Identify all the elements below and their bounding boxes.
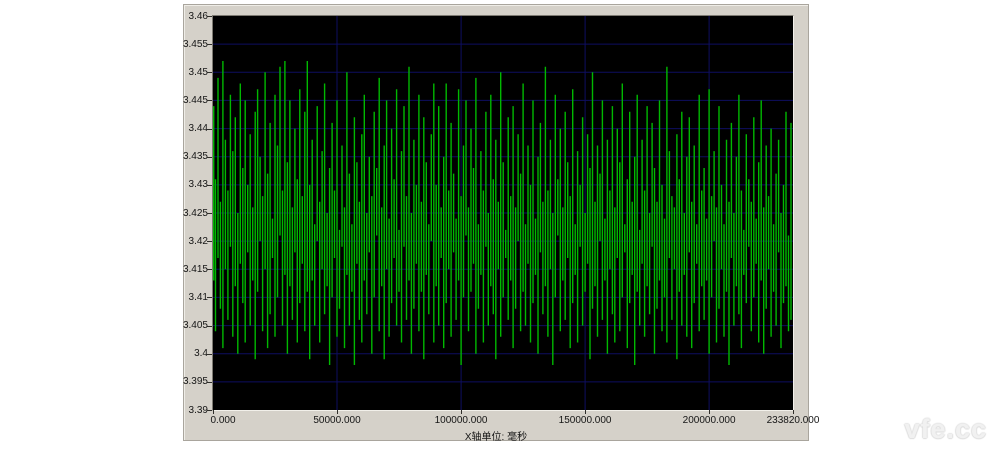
x-tick-label: 233820.000 [753, 415, 833, 426]
y-tick-mark [207, 354, 212, 355]
y-tick-label: 3.46 [166, 11, 208, 22]
waveform-svg [213, 16, 793, 410]
y-tick-mark [207, 157, 212, 158]
x-tick-label: 150000.000 [545, 415, 625, 426]
y-tick-label: 3.425 [166, 208, 208, 219]
chart-panel: X轴单位: 毫秒 3.463.4553.453.4453.443.4353.43… [183, 4, 809, 441]
y-tick-label: 3.415 [166, 264, 208, 275]
x-tick-mark [585, 410, 586, 414]
y-tick-mark [207, 410, 212, 411]
x-tick-mark [709, 410, 710, 414]
x-tick-label: 100000.000 [421, 415, 501, 426]
y-tick-mark [207, 129, 212, 130]
y-tick-mark [207, 72, 212, 73]
page: X轴单位: 毫秒 3.463.4553.453.4453.443.4353.43… [0, 0, 1000, 449]
y-tick-mark [207, 213, 212, 214]
x-tick-mark [213, 410, 214, 414]
y-tick-mark [207, 241, 212, 242]
y-tick-label: 3.445 [166, 95, 208, 106]
y-tick-label: 3.455 [166, 39, 208, 50]
y-tick-label: 3.39 [166, 405, 208, 416]
y-tick-mark [207, 326, 212, 327]
y-tick-mark [207, 44, 212, 45]
y-tick-label: 3.41 [166, 292, 208, 303]
y-tick-label: 3.42 [166, 236, 208, 247]
y-tick-mark [207, 382, 212, 383]
x-tick-mark [793, 410, 794, 414]
plot-area [212, 15, 794, 411]
y-tick-label: 3.45 [166, 67, 208, 78]
y-tick-mark [207, 297, 212, 298]
x-tick-label: 200000.000 [669, 415, 749, 426]
x-tick-mark [337, 410, 338, 414]
x-tick-label: 0.000 [183, 415, 263, 426]
y-tick-label: 3.435 [166, 151, 208, 162]
x-tick-label: 50000.000 [297, 415, 377, 426]
watermark: vfe.cc [904, 414, 987, 445]
y-tick-mark [207, 100, 212, 101]
x-axis-unit-label: X轴单位: 毫秒 [184, 428, 808, 443]
y-tick-mark [207, 269, 212, 270]
x-tick-mark [461, 410, 462, 414]
y-tick-label: 3.405 [166, 320, 208, 331]
y-tick-label: 3.395 [166, 376, 208, 387]
y-tick-label: 3.44 [166, 123, 208, 134]
y-tick-label: 3.4 [166, 348, 208, 359]
y-tick-mark [207, 16, 212, 17]
y-tick-mark [207, 185, 212, 186]
y-tick-label: 3.43 [166, 179, 208, 190]
